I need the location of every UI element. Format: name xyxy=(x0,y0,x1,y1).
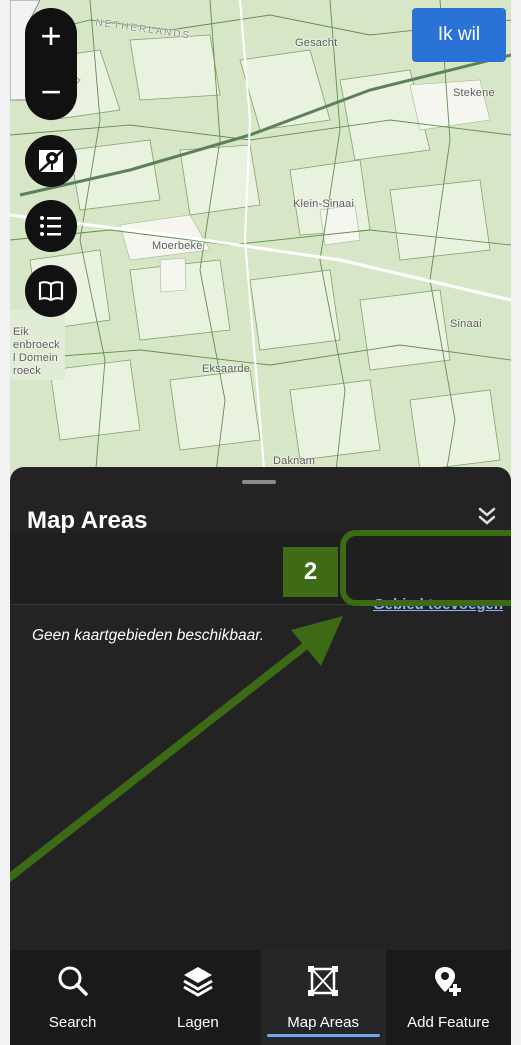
nav-add-feature-label: Add Feature xyxy=(407,1014,490,1031)
list-icon xyxy=(40,216,61,236)
place-gesacht: Gesacht xyxy=(295,37,338,49)
nav-search[interactable]: Search xyxy=(10,950,135,1045)
nav-lagen[interactable]: Lagen xyxy=(135,950,260,1045)
map-marker-off-icon xyxy=(38,149,64,173)
place-klein-sinaai: Klein-Sinaai xyxy=(293,198,355,210)
map-pin-toggle-button[interactable] xyxy=(25,135,77,187)
place-domein: l Domein xyxy=(13,352,59,364)
place-eksaarde: Eksaarde xyxy=(202,363,251,375)
highlight-box xyxy=(340,530,521,606)
nav-map-areas-label: Map Areas xyxy=(287,1014,359,1031)
screen-edge-right xyxy=(511,0,521,1045)
book-icon xyxy=(38,281,64,302)
nav-search-label: Search xyxy=(48,1014,97,1031)
ik-wil-button[interactable]: Ik wil xyxy=(412,8,506,62)
nav-map-areas[interactable]: Map Areas xyxy=(260,950,386,1045)
place-eik: Eik xyxy=(13,326,29,338)
zoom-control: + − xyxy=(25,8,77,120)
screen-edge-left xyxy=(0,0,10,1045)
place-enbroeck: enbroeck xyxy=(13,339,60,351)
sheet-drag-handle[interactable] xyxy=(242,480,276,484)
step-badge: 2 xyxy=(283,547,338,597)
map-areas-icon xyxy=(308,966,339,996)
place-stekene: Stekene xyxy=(453,87,495,99)
bookmarks-button[interactable] xyxy=(25,265,77,317)
nav-add-feature[interactable]: Add Feature xyxy=(386,950,511,1045)
chevron-down-icon[interactable] xyxy=(477,503,497,527)
zoom-in-button[interactable]: + xyxy=(25,8,77,64)
annotation-arrow-icon xyxy=(0,616,343,889)
add-feature-icon xyxy=(435,967,462,996)
bottom-navigation: Search Lagen Map Areas Add Feature xyxy=(10,950,511,1045)
place-moerbeke: Moerbeke xyxy=(152,240,203,252)
nav-lagen-label: Lagen xyxy=(177,1014,219,1031)
place-daknam: Daknam xyxy=(273,455,316,467)
active-tab-indicator xyxy=(266,1034,380,1037)
map-canvas xyxy=(10,0,511,480)
place-sinaai: Sinaai xyxy=(450,318,482,330)
search-icon xyxy=(58,966,88,996)
map-view[interactable]: NETHERLANDS Gesacht Stekene Klein-Sinaai… xyxy=(10,0,511,480)
legend-button[interactable] xyxy=(25,200,77,252)
sheet-title: Map Areas xyxy=(27,507,148,534)
place-roeck: roeck xyxy=(13,365,41,377)
app-screen: NETHERLANDS Gesacht Stekene Klein-Sinaai… xyxy=(0,0,521,1045)
zoom-out-button[interactable]: − xyxy=(25,64,77,120)
layers-icon xyxy=(183,967,213,997)
